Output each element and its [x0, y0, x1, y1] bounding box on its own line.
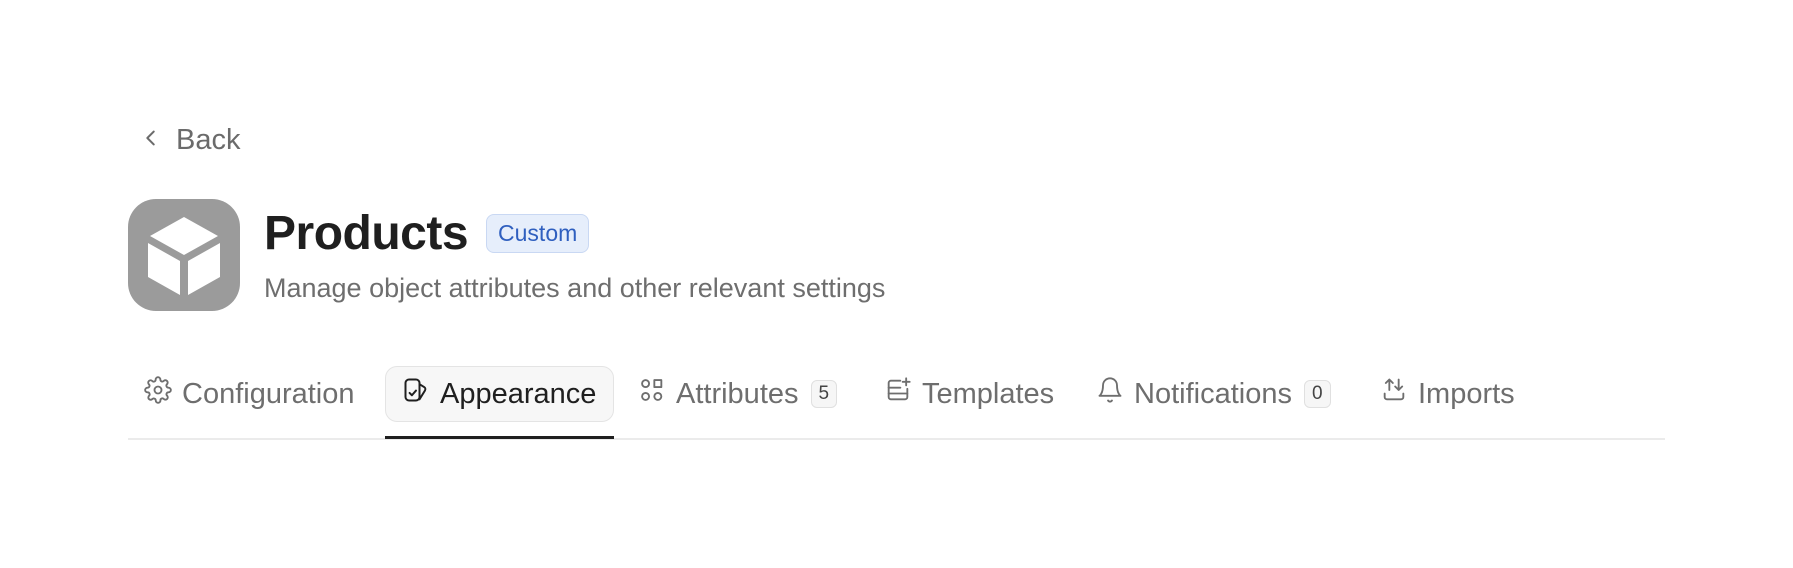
chevron-left-icon — [140, 124, 162, 157]
tab-label: Attributes — [676, 377, 799, 410]
gear-icon — [144, 376, 172, 412]
back-label: Back — [176, 123, 241, 156]
tab-configuration[interactable]: Configuration — [144, 366, 355, 422]
tab-attributes[interactable]: Attributes 5 — [638, 366, 838, 422]
tab-notifications[interactable]: Notifications 0 — [1096, 366, 1331, 422]
notifications-count-badge: 0 — [1303, 380, 1331, 408]
attributes-icon — [638, 376, 666, 412]
page-subtitle: Manage object attributes and other relev… — [264, 273, 886, 303]
settings-tabs: Configuration Appearance Attributes 5 Te… — [128, 366, 1665, 440]
back-link[interactable]: Back — [140, 120, 240, 160]
page-title: Products — [264, 206, 469, 260]
tab-label: Appearance — [440, 377, 597, 410]
attributes-count-badge: 5 — [810, 380, 838, 408]
tab-label: Templates — [922, 377, 1055, 410]
appearance-icon — [402, 376, 430, 412]
object-settings-page: Back Products Custom Manage object attri… — [0, 0, 1793, 568]
tab-label: Imports — [1418, 377, 1515, 410]
header-text: Products Custom Manage object attributes… — [264, 199, 885, 304]
tab-label: Configuration — [182, 377, 355, 410]
title-row: Products Custom — [264, 206, 885, 260]
custom-badge: Custom — [486, 213, 590, 253]
tab-appearance[interactable]: Appearance — [385, 366, 614, 422]
tab-label: Notifications — [1134, 377, 1292, 410]
cube-icon — [128, 199, 240, 311]
active-tab-indicator — [385, 436, 614, 439]
tab-templates[interactable]: Templates — [884, 366, 1054, 422]
templates-icon — [884, 376, 912, 412]
tab-imports[interactable]: Imports — [1380, 366, 1515, 422]
bell-icon — [1096, 376, 1124, 412]
object-header: Products Custom Manage object attributes… — [128, 199, 885, 311]
import-icon — [1380, 376, 1408, 412]
